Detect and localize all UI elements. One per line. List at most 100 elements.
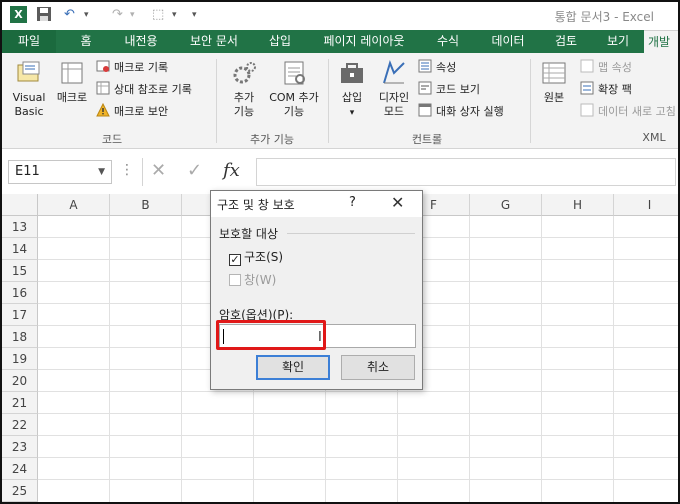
refresh-data-button[interactable]: 데이터 새로 고침 xyxy=(580,103,676,121)
expansion-packs-label: 확장 팩 xyxy=(598,83,632,96)
com-addins-button[interactable]: COM 추가 기능 xyxy=(266,59,322,119)
macro-security-label: 매크로 보안 xyxy=(114,105,169,118)
name-box-value: E11 xyxy=(15,164,40,179)
tab-file[interactable]: 파일 xyxy=(2,30,56,53)
name-box-dropdown-icon[interactable]: ▼ xyxy=(98,161,105,183)
addins-group-label: 추가 기능 xyxy=(250,133,294,146)
cancel-entry-icon[interactable]: ✕ xyxy=(151,160,166,181)
visual-basic-button[interactable]: Visual Basic xyxy=(8,59,50,119)
excel-window: X ↶ ▾ ↷ ▾ ⬚ ▾ ▾ 통합 문서3 - Excel 파일 홈 내전용 … xyxy=(0,0,680,504)
column-header[interactable]: G xyxy=(470,194,542,216)
tab-view[interactable]: 보기 xyxy=(596,30,640,53)
tab-secure-doc[interactable]: 보안 문서 xyxy=(180,30,248,53)
close-icon[interactable]: ✕ xyxy=(391,193,404,212)
controls-group-label: 컨트롤 xyxy=(411,133,443,146)
design-mode-button[interactable]: 디자인 모드 xyxy=(374,59,414,119)
xml-source-icon xyxy=(542,62,566,84)
row-header[interactable]: 23 xyxy=(2,436,38,458)
row-header[interactable]: 17 xyxy=(2,304,38,326)
undo-icon[interactable]: ↶ xyxy=(64,6,75,24)
macro-security-button[interactable]: 매크로 보안 xyxy=(96,103,168,121)
ribbon-tabs: 파일 홈 내전용 보안 문서 삽입 페이지 레이아웃 수식 데이터 검토 보기 … xyxy=(2,30,678,53)
record-macro-button[interactable]: 매크로 기록 xyxy=(96,59,168,77)
row-header[interactable]: 21 xyxy=(2,392,38,414)
column-header[interactable]: I xyxy=(614,194,678,216)
checkbox-checked-icon[interactable]: ✓ xyxy=(229,254,241,266)
view-code-button[interactable]: 코드 보기 xyxy=(418,81,480,99)
name-box[interactable]: E11 ▼ xyxy=(8,160,112,184)
map-properties-button[interactable]: 맵 속성 xyxy=(580,59,632,77)
tab-home[interactable]: 홈 xyxy=(68,30,104,53)
column-header[interactable]: H xyxy=(542,194,614,216)
record-macro-icon xyxy=(96,60,110,72)
row-header[interactable]: 19 xyxy=(2,348,38,370)
row-header[interactable]: 24 xyxy=(2,458,38,480)
row-header[interactable]: 20 xyxy=(2,370,38,392)
touch-mode-icon[interactable]: ⬚ xyxy=(152,6,164,24)
view-code-icon xyxy=(418,81,432,95)
group-separator xyxy=(530,59,531,143)
save-icon[interactable] xyxy=(36,6,52,24)
redo-dropdown-icon[interactable]: ▾ xyxy=(130,6,135,24)
column-header[interactable]: A xyxy=(38,194,110,216)
xml-source-button[interactable]: 원본 xyxy=(536,59,572,105)
formula-input[interactable] xyxy=(256,158,676,186)
touch-dropdown-icon[interactable]: ▾ xyxy=(172,6,177,24)
macro-button[interactable]: 매크로 xyxy=(52,59,92,105)
customize-icon[interactable]: ▾ xyxy=(192,6,197,24)
expansion-packs-button[interactable]: 확장 팩 xyxy=(580,81,632,99)
structure-checkbox[interactable]: ✓ 구조(S) xyxy=(229,250,283,266)
addins-button[interactable]: 추가 기능 xyxy=(222,59,266,119)
macro-label: 매크로 xyxy=(56,91,88,104)
document-title: 통합 문서3 - Excel xyxy=(554,10,654,24)
windows-label: 창(W) xyxy=(244,273,277,287)
tab-data[interactable]: 데이터 xyxy=(480,30,536,53)
tab-my-use[interactable]: 내전용 xyxy=(112,30,170,53)
relative-reference-button[interactable]: 상대 참조로 기록 xyxy=(96,81,192,99)
refresh-icon xyxy=(580,103,594,117)
windows-checkbox[interactable]: 창(W) xyxy=(229,273,276,289)
toolbox-icon xyxy=(341,63,363,83)
insert-dropdown-icon: ▾ xyxy=(349,108,355,118)
tab-formulas[interactable]: 수식 xyxy=(426,30,470,53)
row-header[interactable]: 14 xyxy=(2,238,38,260)
row-header[interactable]: 18 xyxy=(2,326,38,348)
code-group-label: 코드 xyxy=(101,133,123,146)
tab-review[interactable]: 검토 xyxy=(544,30,588,53)
refresh-data-label: 데이터 새로 고침 xyxy=(598,105,676,118)
redo-icon[interactable]: ↷ xyxy=(112,6,123,24)
tab-insert[interactable]: 삽입 xyxy=(258,30,302,53)
row-header[interactable]: 16 xyxy=(2,282,38,304)
excel-app-icon: X xyxy=(10,6,27,23)
row-header[interactable]: 15 xyxy=(2,260,38,282)
help-icon[interactable]: ? xyxy=(349,195,356,210)
cancel-button[interactable]: 취소 xyxy=(341,355,415,380)
run-dialog-button[interactable]: 대화 상자 실행 xyxy=(418,103,504,121)
relative-reference-icon xyxy=(96,81,110,95)
row-header[interactable]: 13 xyxy=(2,216,38,238)
xml-source-label: 원본 xyxy=(543,91,565,104)
enter-entry-icon[interactable]: ✓ xyxy=(187,160,202,181)
insert-function-icon[interactable]: fx xyxy=(223,160,240,181)
checkbox-unchecked-icon[interactable] xyxy=(229,274,241,286)
com-addins-label: COM 추가 기능 xyxy=(269,91,319,118)
map-properties-label: 맵 속성 xyxy=(598,61,632,74)
ok-button[interactable]: 확인 xyxy=(256,355,330,380)
run-dialog-label: 대화 상자 실행 xyxy=(436,105,504,118)
title-bar: X ↶ ▾ ↷ ▾ ⬚ ▾ ▾ 통합 문서3 - Excel xyxy=(2,2,678,30)
record-macro-label: 매크로 기록 xyxy=(114,61,169,74)
undo-dropdown-icon[interactable]: ▾ xyxy=(84,6,89,24)
gridline xyxy=(38,391,678,392)
section-divider xyxy=(287,233,415,234)
row-header[interactable]: 25 xyxy=(2,480,38,502)
select-all-corner[interactable] xyxy=(2,194,38,216)
design-mode-label: 디자인 모드 xyxy=(378,91,410,118)
formula-bar-grip-icon[interactable]: ⋮ xyxy=(120,162,134,178)
column-header[interactable]: B xyxy=(110,194,182,216)
row-header[interactable]: 22 xyxy=(2,414,38,436)
properties-button[interactable]: 속성 xyxy=(418,59,456,77)
tab-page-layout[interactable]: 페이지 레이아웃 xyxy=(312,30,416,53)
tab-developer[interactable]: 개발 xyxy=(644,30,678,53)
insert-control-button[interactable]: 삽입 ▾ xyxy=(334,59,370,120)
structure-label: 구조(S) xyxy=(244,250,284,264)
